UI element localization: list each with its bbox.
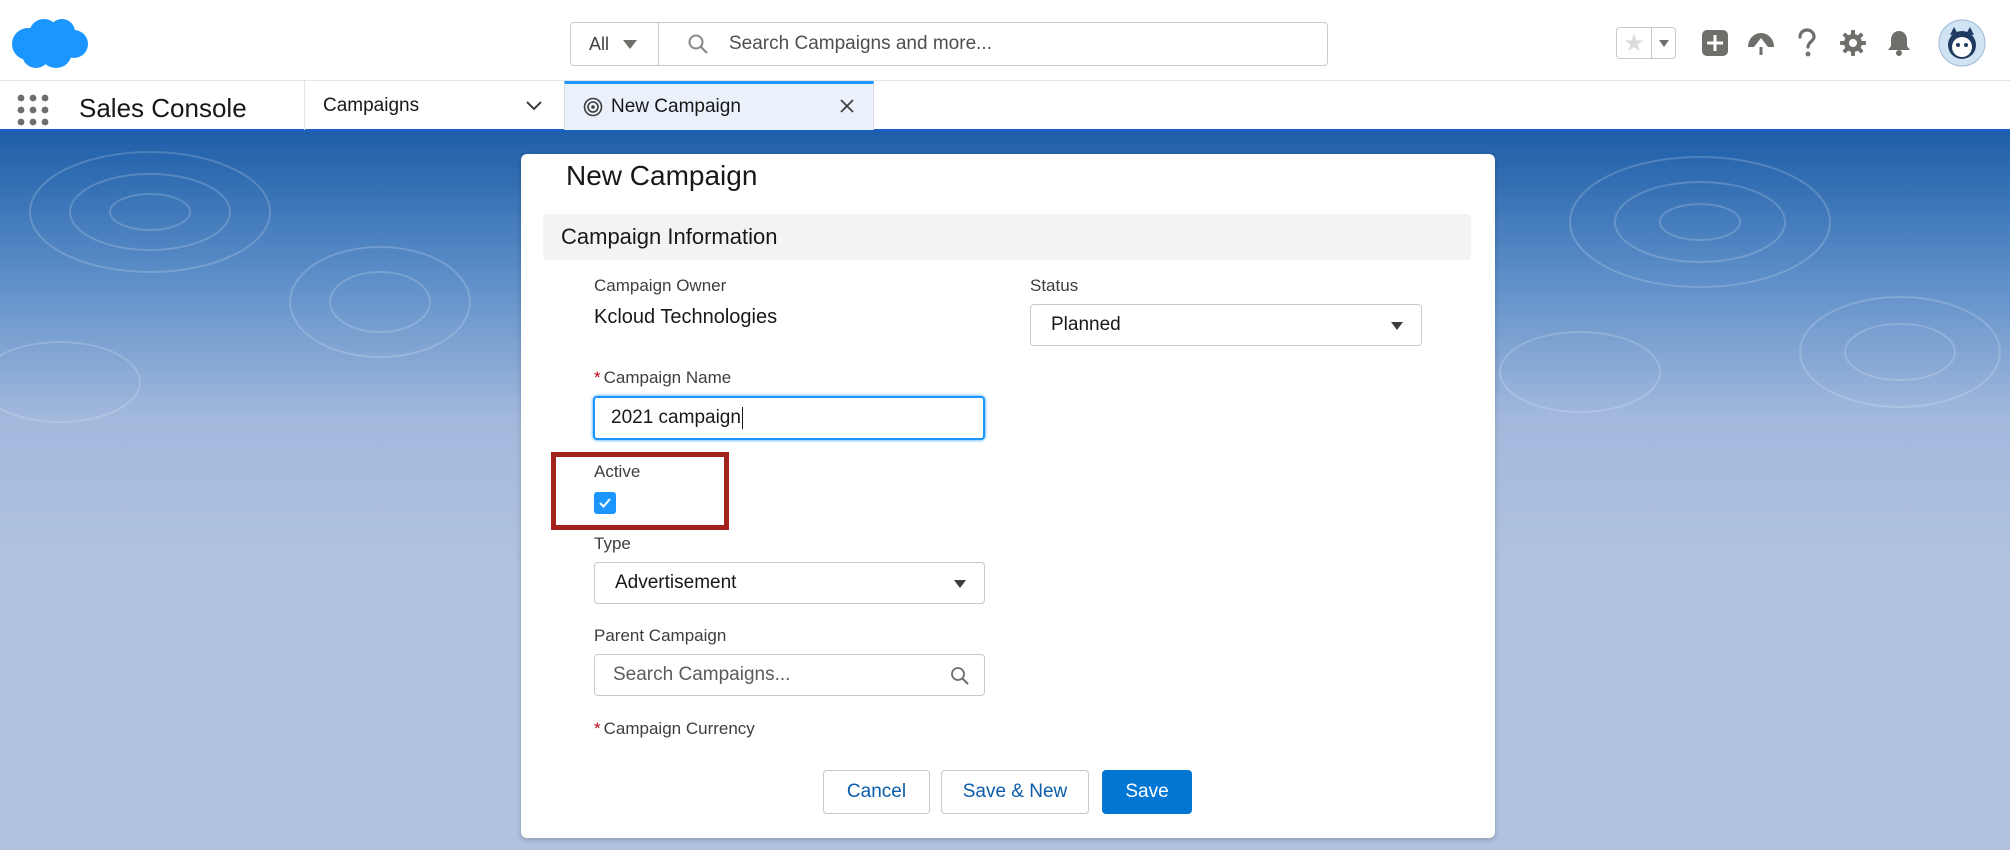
bell-icon <box>1888 31 1910 56</box>
tab-campaigns-menu[interactable] <box>504 81 564 130</box>
modal-title: New Campaign <box>566 160 758 191</box>
gear-icon <box>1840 30 1866 56</box>
close-icon[interactable] <box>839 98 855 114</box>
setup-button[interactable] <box>1838 28 1868 58</box>
app-launcher-icon[interactable] <box>16 93 50 127</box>
search-input[interactable] <box>729 33 1289 55</box>
chevron-down-icon <box>1391 322 1403 330</box>
app-navigation: Sales Console Campaigns New Campaign <box>0 80 2010 132</box>
favorites-dropdown[interactable] <box>1651 28 1675 58</box>
campaign-currency-label: * Campaign Currency <box>594 719 755 739</box>
chevron-down-icon <box>623 39 638 49</box>
owner-label: Campaign Owner <box>594 276 727 295</box>
type-value: Advertisement <box>615 572 737 593</box>
campaign-name-label-text: Campaign Name <box>603 368 732 387</box>
required-marker: * <box>594 368 601 387</box>
save-and-new-button[interactable]: Save & New <box>941 770 1089 814</box>
app-name: Sales Console <box>79 93 247 123</box>
chevron-down-icon <box>526 100 542 110</box>
status-value: Planned <box>1051 314 1121 335</box>
campaign-currency-label-text: Campaign Currency <box>603 719 755 738</box>
type-label: Type <box>594 534 631 553</box>
campaign-name-label: * Campaign Name <box>594 368 731 388</box>
type-combobox[interactable]: Advertisement <box>594 562 985 604</box>
help-button[interactable] <box>1792 28 1822 58</box>
active-checkbox[interactable] <box>594 492 616 514</box>
trailhead-icon <box>1748 33 1774 55</box>
help-icon <box>1798 28 1816 57</box>
new-campaign-modal: New Campaign Campaign Information Campai… <box>521 154 1495 838</box>
global-search: All <box>570 22 1328 66</box>
parent-campaign-lookup[interactable]: Search Campaigns... <box>594 654 985 696</box>
checkmark-icon <box>599 498 611 508</box>
text-cursor <box>741 407 743 429</box>
global-header: All ★ <box>0 0 2010 80</box>
global-create-button[interactable] <box>1700 28 1730 58</box>
star-icon[interactable]: ★ <box>1617 28 1651 58</box>
save-button[interactable]: Save <box>1102 770 1192 814</box>
salesforce-logo[interactable] <box>6 14 90 72</box>
campaign-target-icon <box>583 97 603 117</box>
owner-value: Kcloud Technologies <box>594 306 778 328</box>
campaign-name-input[interactable]: 2021 campaign <box>593 396 985 440</box>
header-utilities: ★ <box>1616 19 1986 67</box>
search-scope-select[interactable]: All <box>571 23 659 65</box>
parent-campaign-label: Parent Campaign <box>594 626 727 645</box>
trailhead-button[interactable] <box>1746 28 1776 58</box>
section-title: Campaign Information <box>561 224 778 249</box>
cancel-button[interactable]: Cancel <box>823 770 930 814</box>
search-icon <box>688 34 708 54</box>
user-avatar[interactable] <box>1938 19 1986 67</box>
plus-icon <box>1702 30 1728 56</box>
tab-new-campaign[interactable]: New Campaign <box>564 81 874 130</box>
status-combobox[interactable]: Planned <box>1030 304 1422 346</box>
chevron-down-icon <box>1658 39 1669 47</box>
tab-campaigns-label: Campaigns <box>323 94 420 116</box>
section-header[interactable]: Campaign Information <box>543 214 1471 260</box>
search-icon <box>951 667 969 685</box>
parent-campaign-placeholder: Search Campaigns... <box>613 664 791 685</box>
chevron-down-icon <box>954 580 966 588</box>
required-marker: * <box>594 719 601 738</box>
notifications-button[interactable] <box>1884 28 1914 58</box>
favorites-group: ★ <box>1616 27 1676 59</box>
search-scope-label: All <box>589 33 610 54</box>
active-label: Active <box>594 462 641 481</box>
tab-new-campaign-label: New Campaign <box>611 96 741 117</box>
campaign-name-value: 2021 campaign <box>611 407 741 428</box>
status-label: Status <box>1030 276 1079 295</box>
